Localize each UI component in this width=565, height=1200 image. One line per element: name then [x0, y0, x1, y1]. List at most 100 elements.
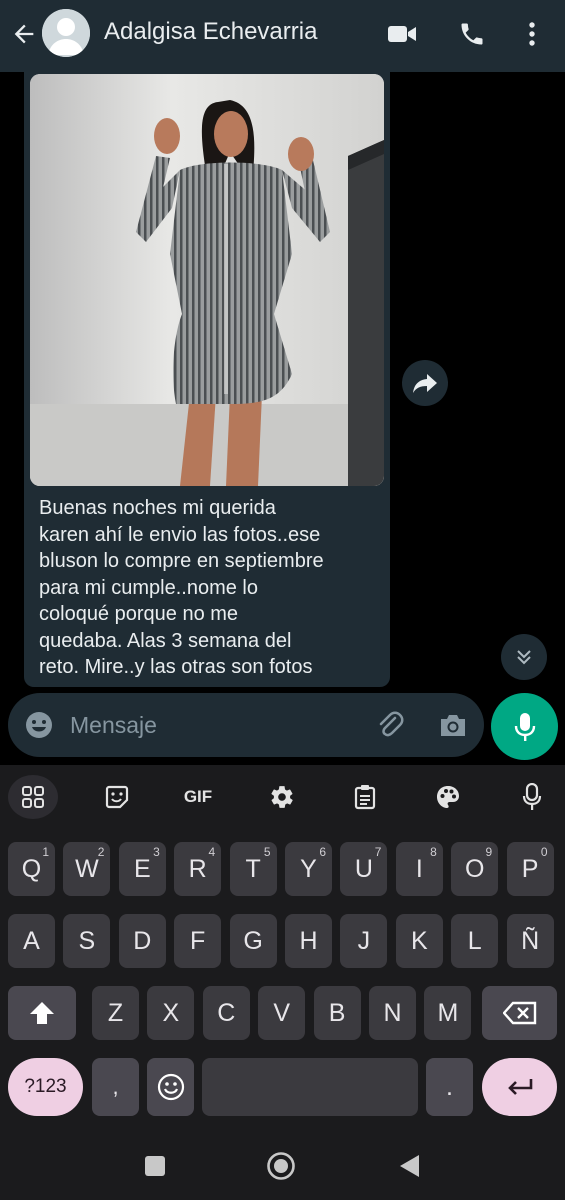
key-l[interactable]: L — [451, 914, 499, 968]
emoji-icon — [157, 1073, 184, 1101]
key-m[interactable]: M — [424, 986, 472, 1040]
system-navigation-bar — [0, 1130, 565, 1200]
back-arrow-icon[interactable] — [8, 18, 40, 50]
key-b[interactable]: B — [313, 986, 361, 1040]
forward-button[interactable] — [402, 360, 448, 406]
sticker-icon[interactable] — [93, 779, 141, 815]
message-line: reto. Mire..y las otras son fotos — [39, 656, 313, 678]
more-options-icon[interactable] — [516, 18, 548, 50]
voice-input-icon[interactable] — [508, 779, 556, 815]
key-k[interactable]: K — [395, 914, 443, 968]
message-line: bluson lo compre en septiembre — [39, 550, 324, 572]
key-label: T — [245, 854, 261, 883]
key-secondary-label: 4 — [208, 845, 216, 859]
message-line: para mi cumple..nome lo — [39, 576, 258, 599]
key-ñ[interactable]: Ñ — [506, 914, 554, 968]
key-secondary-label: 9 — [485, 845, 493, 859]
enter-key[interactable] — [482, 1058, 557, 1116]
message-composer: Mensaje — [8, 693, 484, 757]
video-call-icon[interactable] — [386, 18, 418, 50]
key-label: U — [354, 854, 373, 883]
key-x[interactable]: X — [147, 986, 195, 1040]
key-f[interactable]: F — [174, 914, 222, 968]
key-n[interactable]: N — [369, 986, 416, 1040]
message-line: quedaba. Alas 3 semana del — [39, 629, 292, 652]
key-label: W — [75, 854, 99, 883]
home-circle-icon[interactable] — [266, 1151, 296, 1181]
key-q[interactable]: Q1 — [8, 842, 55, 896]
gif-button[interactable]: GIF — [174, 779, 222, 815]
key-label: Y — [300, 854, 317, 883]
key-d[interactable]: D — [118, 914, 166, 968]
enter-arrow-icon — [507, 1079, 532, 1095]
message-input[interactable]: Mensaje — [70, 712, 157, 739]
message-photo[interactable] — [30, 74, 384, 486]
key-secondary-label: 0 — [540, 845, 548, 859]
contact-name[interactable]: Adalgisa Echevarria — [104, 18, 317, 46]
key-y[interactable]: Y6 — [285, 842, 332, 896]
key-z[interactable]: Z — [92, 986, 139, 1040]
message-line: coloqué porque no me — [39, 603, 239, 625]
incoming-message-bubble[interactable]: Buenas noches mi querida karen ahí le en… — [24, 72, 390, 687]
keyboard-apps-icon[interactable] — [8, 775, 58, 819]
back-triangle-icon[interactable] — [398, 1154, 420, 1178]
shift-key[interactable] — [8, 986, 76, 1040]
backspace-key[interactable] — [482, 986, 557, 1040]
key-o[interactable]: O9 — [451, 842, 499, 896]
emoji-key[interactable] — [147, 1058, 194, 1116]
chat-area[interactable]: Buenas noches mi querida karen ahí le en… — [0, 72, 565, 687]
avatar[interactable] — [42, 9, 90, 57]
key-j[interactable]: J — [340, 914, 388, 968]
symbols-key[interactable]: ?123 — [8, 1058, 83, 1116]
key-h[interactable]: H — [285, 914, 332, 968]
key-i[interactable]: I8 — [395, 842, 443, 896]
key-v[interactable]: V — [258, 986, 306, 1040]
emoji-icon[interactable] — [21, 707, 57, 743]
clipboard-icon[interactable] — [341, 779, 389, 815]
voice-record-button[interactable] — [491, 693, 558, 760]
key-secondary-label: 6 — [319, 845, 326, 859]
key-r[interactable]: R4 — [174, 842, 222, 896]
key-a[interactable]: A — [8, 914, 55, 968]
theme-palette-icon[interactable] — [424, 779, 472, 815]
message-line: Buenas noches mi querida — [39, 497, 276, 519]
comma-key[interactable]: , — [92, 1058, 139, 1116]
message-text: Buenas noches mi querida karen ahí le en… — [39, 495, 384, 681]
key-u[interactable]: U7 — [340, 842, 388, 896]
period-key[interactable]: . — [426, 1058, 473, 1116]
message-line: karen ahí le envio las fotos..ese — [39, 523, 321, 546]
key-s[interactable]: S — [63, 914, 111, 968]
key-label: Q — [21, 854, 42, 883]
spacebar-key[interactable] — [202, 1058, 418, 1116]
recents-square-icon[interactable] — [145, 1156, 165, 1176]
key-c[interactable]: C — [202, 986, 250, 1040]
chat-header: Adalgisa Echevarria — [0, 0, 565, 72]
key-g[interactable]: G — [229, 914, 277, 968]
key-w[interactable]: W2 — [63, 842, 111, 896]
key-e[interactable]: E3 — [118, 842, 166, 896]
double-chevron-down-icon — [517, 650, 531, 665]
photo-image — [30, 74, 384, 486]
key-secondary-label: 1 — [42, 845, 49, 859]
key-label: E — [133, 854, 151, 883]
key-t[interactable]: T5 — [229, 842, 277, 896]
microphone-icon — [514, 712, 535, 741]
key-secondary-label: 3 — [153, 845, 160, 859]
key-p[interactable]: P0 — [506, 842, 554, 896]
key-secondary-label: 5 — [263, 845, 271, 859]
key-label: I — [415, 854, 423, 883]
phone-icon[interactable] — [456, 18, 488, 50]
key-secondary-label: 2 — [97, 845, 105, 859]
backspace-icon — [502, 1001, 536, 1025]
key-secondary-label: 8 — [430, 845, 437, 859]
key-label: R — [188, 854, 207, 883]
camera-icon[interactable] — [435, 707, 471, 743]
scroll-to-bottom-button[interactable] — [501, 634, 547, 680]
attach-icon[interactable] — [372, 707, 408, 743]
shift-arrow-icon — [30, 1002, 54, 1024]
settings-gear-icon[interactable] — [258, 779, 306, 815]
key-secondary-label: 7 — [374, 845, 382, 859]
key-label: O — [464, 854, 485, 883]
key-label: P — [521, 854, 539, 883]
forward-icon — [413, 374, 437, 393]
